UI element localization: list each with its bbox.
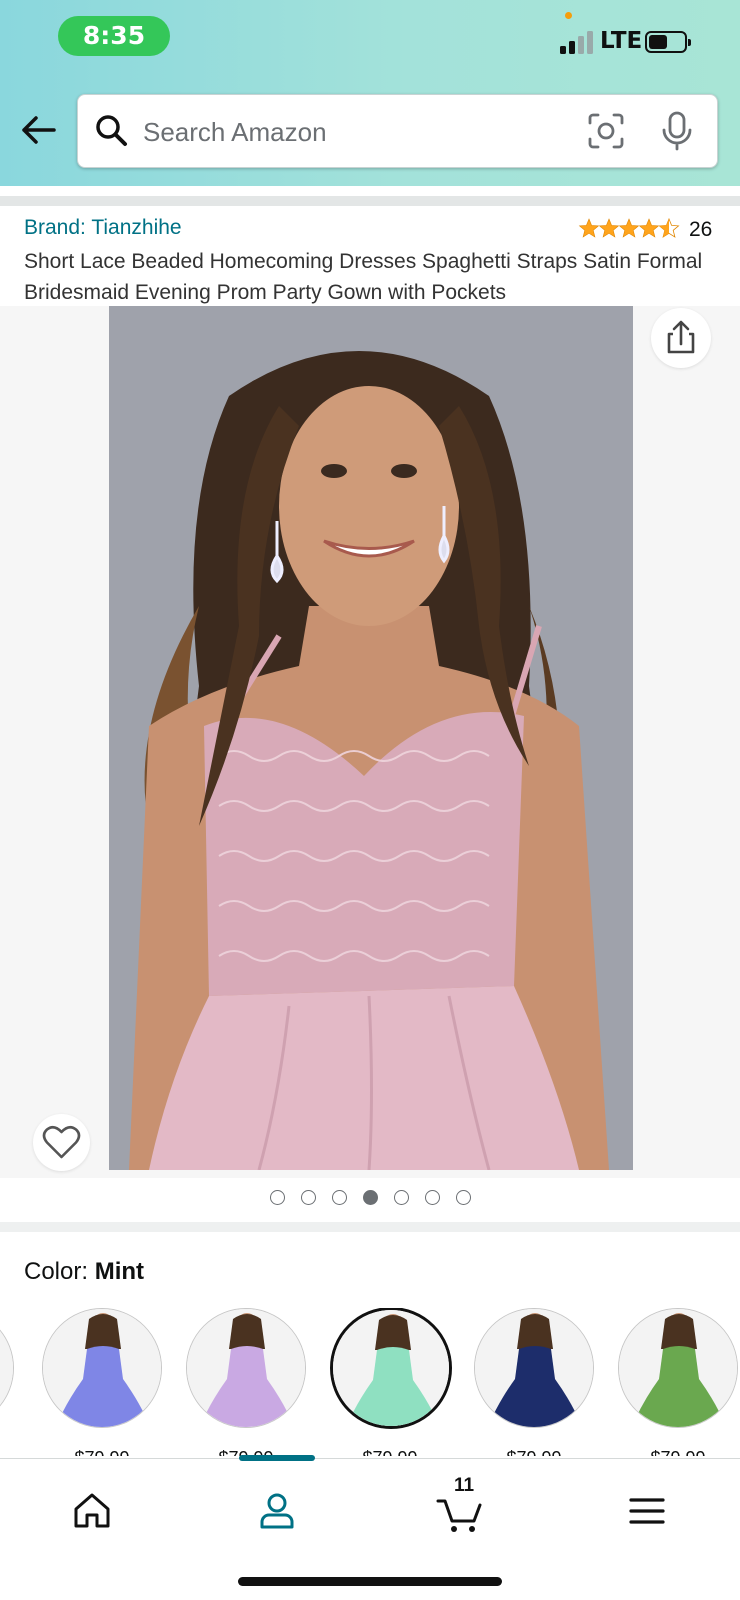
image-carousel-dots[interactable]	[0, 1190, 740, 1210]
home-icon	[74, 1493, 110, 1528]
home-indicator	[238, 1577, 502, 1586]
color-label-prefix: Color:	[24, 1258, 89, 1285]
search-row: Search Amazon	[0, 92, 740, 168]
privacy-indicator-dot	[565, 12, 572, 19]
nav-account[interactable]	[247, 1481, 307, 1541]
share-icon	[667, 320, 695, 354]
color-swatch-green[interactable]	[618, 1308, 738, 1428]
color-swatch-mint[interactable]	[330, 1308, 452, 1429]
color-swatch-lavender[interactable]	[186, 1308, 306, 1428]
brand-rating-row: Brand: Tianzhihe 26	[24, 216, 724, 244]
nav-home[interactable]	[62, 1481, 122, 1541]
carousel-dot[interactable]	[393, 1190, 409, 1205]
active-tab-indicator	[239, 1455, 315, 1461]
person-icon	[260, 1493, 294, 1529]
carousel-dot[interactable]	[424, 1190, 440, 1205]
microphone-icon[interactable]	[658, 110, 696, 152]
carousel-dot[interactable]	[269, 1190, 285, 1205]
carousel-dot[interactable]	[300, 1190, 316, 1205]
nav-menu[interactable]	[617, 1481, 677, 1541]
brand-link[interactable]: Brand: Tianzhihe	[24, 216, 182, 240]
search-input[interactable]: Search Amazon	[77, 94, 718, 168]
camera-lens-icon[interactable]	[587, 112, 625, 150]
product-image-gallery[interactable]	[0, 306, 740, 1178]
color-swatches: $79.99$79.99$79.99$79.99$79.99	[0, 1308, 740, 1456]
cart-count-badge: 11	[454, 1475, 475, 1496]
rating-count[interactable]: 26	[689, 218, 712, 242]
wishlist-button[interactable]	[33, 1114, 90, 1171]
carousel-dot[interactable]	[455, 1190, 471, 1205]
color-label: Color: Mint	[24, 1258, 144, 1286]
share-button[interactable]	[651, 308, 711, 368]
hamburger-menu-icon	[629, 1498, 665, 1524]
star-rating[interactable]	[577, 216, 685, 240]
search-icon	[96, 115, 127, 146]
product-title: Short Lace Beaded Homecoming Dresses Spa…	[24, 250, 703, 304]
color-swatch-periwinkle[interactable]	[42, 1308, 162, 1428]
swatch-price: $79.99	[330, 1448, 450, 1456]
swatch-price: $79.99	[474, 1448, 594, 1456]
back-arrow-icon[interactable]	[18, 110, 58, 150]
bottom-navigation: 11	[0, 1455, 740, 1600]
swatch-price: $79.99	[618, 1448, 738, 1456]
carousel-dot[interactable]	[362, 1190, 378, 1205]
status-time: 8:35	[58, 16, 170, 56]
swatch-price: $79.99	[42, 1448, 162, 1456]
product-image[interactable]	[109, 306, 633, 1170]
heart-icon	[42, 1125, 81, 1159]
color-swatch-partial[interactable]	[0, 1308, 14, 1428]
cellular-signal-icon	[560, 30, 596, 54]
carousel-dot[interactable]	[331, 1190, 347, 1205]
selected-color-name: Mint	[94, 1258, 145, 1285]
divider	[0, 1222, 740, 1232]
app-header: 8:35 LTE Search Amazon	[0, 0, 740, 186]
color-swatch-navy[interactable]	[474, 1308, 594, 1428]
network-type: LTE	[600, 28, 643, 54]
search-placeholder: Search Amazon	[143, 117, 327, 147]
battery-icon	[645, 31, 691, 53]
status-bar: 8:35 LTE	[0, 0, 740, 80]
divider	[0, 196, 740, 206]
